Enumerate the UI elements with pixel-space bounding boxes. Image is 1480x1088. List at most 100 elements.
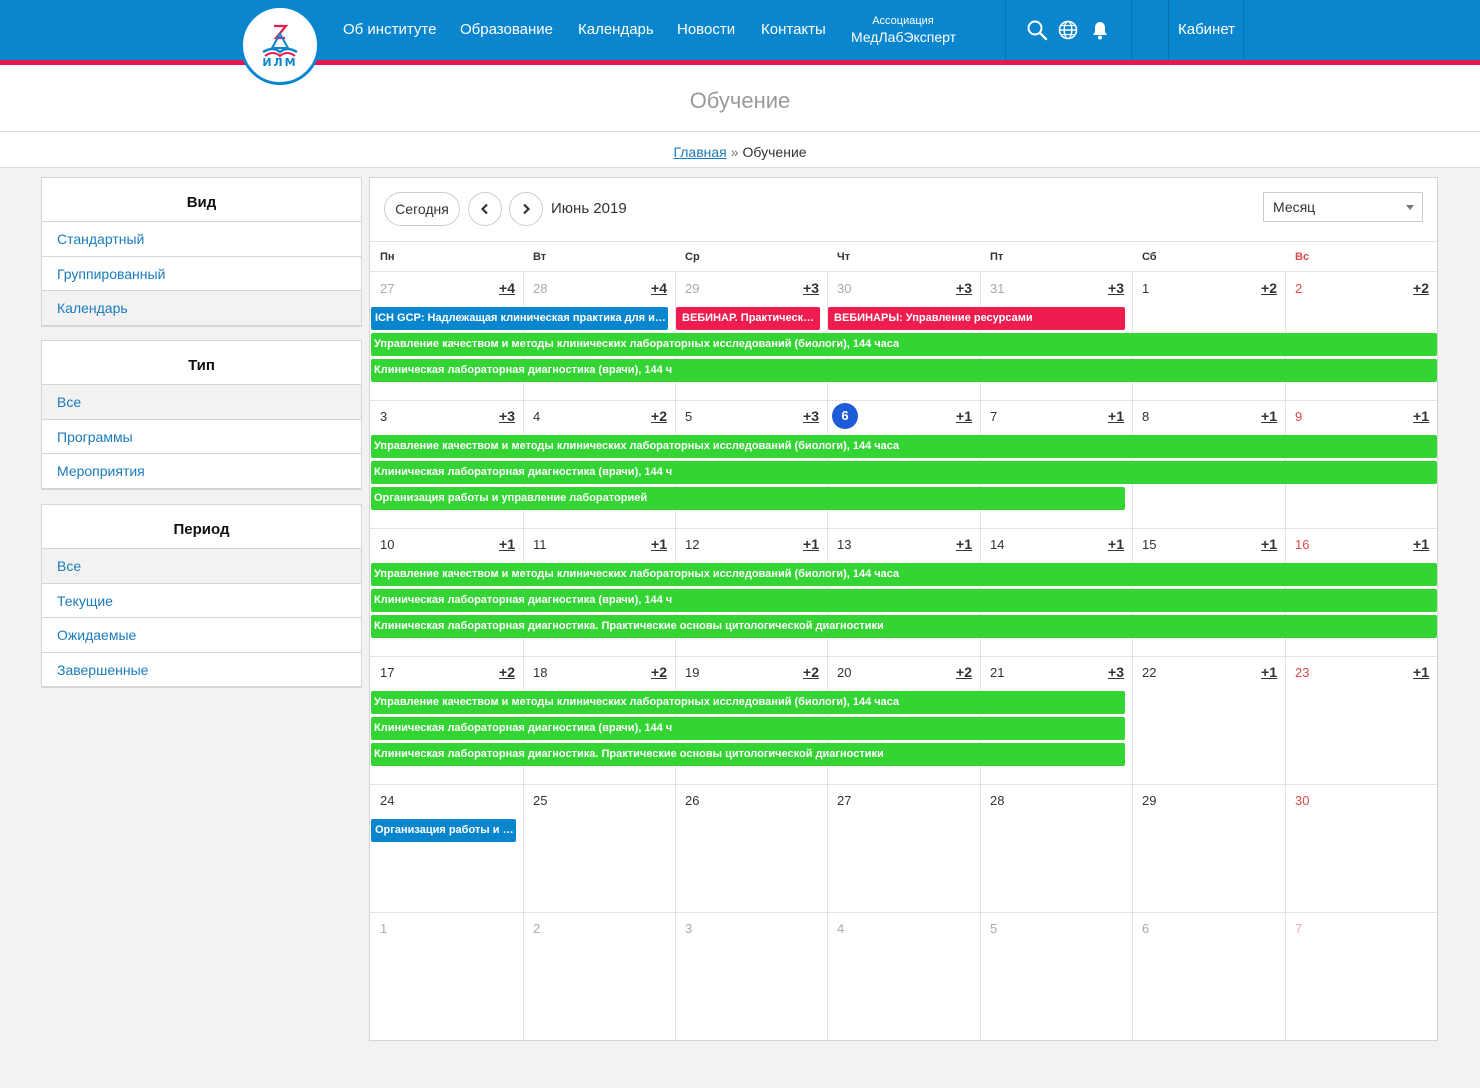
- view-standard[interactable]: Стандартный: [42, 222, 361, 257]
- day-number[interactable]: 7: [1295, 921, 1302, 936]
- today-button[interactable]: Сегодня: [384, 192, 460, 226]
- more-events-link[interactable]: +2: [1413, 280, 1429, 296]
- day-number[interactable]: 13: [837, 537, 851, 552]
- calendar-event[interactable]: ICH GCP: Надлежащая клиническая практика…: [371, 307, 668, 330]
- period-completed[interactable]: Завершенные: [42, 653, 361, 687]
- calendar-event[interactable]: Организация работы и управление лаборато…: [371, 487, 1125, 510]
- day-number[interactable]: 28: [533, 281, 547, 296]
- calendar-event[interactable]: Управление качеством и методы клинически…: [371, 435, 1437, 458]
- more-events-link[interactable]: +1: [1413, 536, 1429, 552]
- institute-logo[interactable]: ИЛМ: [240, 5, 320, 85]
- calendar-event[interactable]: Управление качеством и методы клинически…: [371, 333, 1437, 356]
- more-events-link[interactable]: +3: [499, 408, 515, 424]
- day-number[interactable]: 7: [990, 409, 997, 424]
- calendar-event[interactable]: Управление качеством и методы клинически…: [371, 563, 1437, 586]
- day-number[interactable]: 24: [380, 793, 394, 808]
- day-number[interactable]: 3: [380, 409, 387, 424]
- breadcrumb-home-link[interactable]: Главная: [673, 144, 726, 160]
- nav-education[interactable]: Образование: [460, 21, 553, 38]
- more-events-link[interactable]: +1: [956, 408, 972, 424]
- day-number[interactable]: 1: [380, 921, 387, 936]
- period-all[interactable]: Все: [42, 549, 361, 584]
- day-number[interactable]: 2: [533, 921, 540, 936]
- day-number[interactable]: 12: [685, 537, 699, 552]
- more-events-link[interactable]: +1: [1261, 408, 1277, 424]
- day-number[interactable]: 9: [1295, 409, 1302, 424]
- more-events-link[interactable]: +1: [956, 536, 972, 552]
- more-events-link[interactable]: +1: [1413, 664, 1429, 680]
- search-icon[interactable]: [1026, 19, 1048, 41]
- calendar-event[interactable]: Клиническая лабораторная диагностика (вр…: [371, 461, 1437, 484]
- more-events-link[interactable]: +2: [803, 664, 819, 680]
- more-events-link[interactable]: +1: [651, 536, 667, 552]
- view-calendar[interactable]: Календарь: [42, 291, 361, 326]
- day-number[interactable]: 16: [1295, 537, 1309, 552]
- day-number[interactable]: 22: [1142, 665, 1156, 680]
- day-number[interactable]: 17: [380, 665, 394, 680]
- calendar-event[interactable]: Организация работы и управление лаборато…: [371, 819, 516, 842]
- nav-news[interactable]: Новости: [677, 21, 735, 38]
- calendar-event[interactable]: Клиническая лабораторная диагностика (вр…: [371, 717, 1125, 740]
- calendar-event[interactable]: Клиническая лабораторная диагностика (вр…: [371, 359, 1437, 382]
- nav-association[interactable]: Ассоциация МедЛабЭксперт: [851, 15, 956, 45]
- more-events-link[interactable]: +1: [1413, 408, 1429, 424]
- day-number[interactable]: 29: [1142, 793, 1156, 808]
- type-all[interactable]: Все: [42, 385, 361, 420]
- more-events-link[interactable]: +1: [1261, 664, 1277, 680]
- type-programs[interactable]: Программы: [42, 420, 361, 454]
- more-events-link[interactable]: +2: [956, 664, 972, 680]
- more-events-link[interactable]: +3: [803, 280, 819, 296]
- calendar-event[interactable]: ВЕБИНАРЫ: Управление ресурсами: [828, 307, 1125, 330]
- more-events-link[interactable]: +1: [803, 536, 819, 552]
- more-events-link[interactable]: +2: [499, 664, 515, 680]
- day-number[interactable]: 18: [533, 665, 547, 680]
- more-events-link[interactable]: +1: [499, 536, 515, 552]
- day-number[interactable]: 31: [990, 281, 1004, 296]
- day-number[interactable]: 6: [1142, 921, 1149, 936]
- day-number[interactable]: 11: [533, 537, 547, 552]
- calendar-event[interactable]: Управление качеством и методы клинически…: [371, 691, 1125, 714]
- day-number[interactable]: 30: [837, 281, 851, 296]
- view-mode-select[interactable]: Месяц: [1263, 192, 1423, 222]
- nav-about[interactable]: Об институте: [343, 21, 436, 38]
- day-number[interactable]: 1: [1142, 281, 1149, 296]
- more-events-link[interactable]: +3: [803, 408, 819, 424]
- more-events-link[interactable]: +2: [651, 664, 667, 680]
- day-number[interactable]: 2: [1295, 281, 1302, 296]
- nav-cabinet[interactable]: Кабинет: [1178, 21, 1235, 38]
- day-number[interactable]: 27: [380, 281, 394, 296]
- calendar-event[interactable]: ВЕБИНАР. Практические аспекты: [676, 307, 820, 330]
- day-number[interactable]: 5: [685, 409, 692, 424]
- day-number[interactable]: 20: [837, 665, 851, 680]
- day-number[interactable]: 5: [990, 921, 997, 936]
- day-number[interactable]: 8: [1142, 409, 1149, 424]
- day-number[interactable]: 21: [990, 665, 1004, 680]
- calendar-event[interactable]: Клиническая лабораторная диагностика. Пр…: [371, 743, 1125, 766]
- day-number[interactable]: 26: [685, 793, 699, 808]
- more-events-link[interactable]: +2: [651, 408, 667, 424]
- day-number[interactable]: 30: [1295, 793, 1309, 808]
- globe-icon[interactable]: [1057, 19, 1079, 41]
- more-events-link[interactable]: +4: [651, 280, 667, 296]
- day-number[interactable]: 10: [380, 537, 394, 552]
- day-number[interactable]: 27: [837, 793, 851, 808]
- day-number[interactable]: 29: [685, 281, 699, 296]
- more-events-link[interactable]: +1: [1108, 536, 1124, 552]
- day-number[interactable]: 14: [990, 537, 1004, 552]
- view-grouped[interactable]: Группированный: [42, 257, 361, 291]
- prev-month-button[interactable]: [468, 192, 502, 226]
- day-number[interactable]: 4: [837, 921, 844, 936]
- period-upcoming[interactable]: Ожидаемые: [42, 618, 361, 653]
- more-events-link[interactable]: +3: [1108, 280, 1124, 296]
- type-events[interactable]: Мероприятия: [42, 454, 361, 489]
- nav-contacts[interactable]: Контакты: [761, 21, 826, 38]
- next-month-button[interactable]: [509, 192, 543, 226]
- day-number[interactable]: 3: [685, 921, 692, 936]
- period-current[interactable]: Текущие: [42, 584, 361, 618]
- nav-calendar[interactable]: Календарь: [578, 21, 654, 38]
- calendar-event[interactable]: Клиническая лабораторная диагностика (вр…: [371, 589, 1437, 612]
- more-events-link[interactable]: +3: [956, 280, 972, 296]
- more-events-link[interactable]: +4: [499, 280, 515, 296]
- more-events-link[interactable]: +1: [1261, 536, 1277, 552]
- calendar-event[interactable]: Клиническая лабораторная диагностика. Пр…: [371, 615, 1437, 638]
